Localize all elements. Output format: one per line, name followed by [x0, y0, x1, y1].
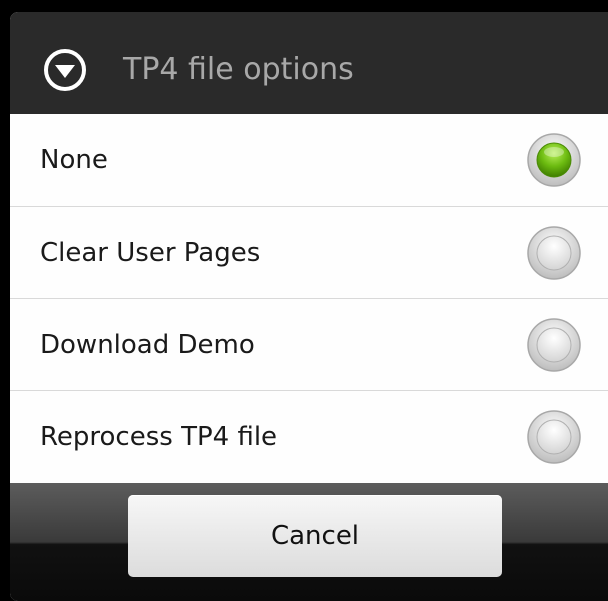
option-download-demo[interactable]: Download Demo	[10, 298, 608, 390]
option-label: Reprocess TP4 file	[40, 422, 278, 452]
option-clear-user-pages[interactable]: Clear User Pages	[10, 206, 608, 298]
option-label: None	[40, 145, 108, 175]
option-label: Download Demo	[40, 330, 255, 360]
radio-unselected-icon[interactable]	[526, 317, 582, 373]
radio-unselected-icon[interactable]	[526, 225, 582, 281]
dialog-button-bar: Cancel	[10, 483, 608, 601]
radio-unselected-icon[interactable]	[526, 409, 582, 465]
option-none[interactable]: None	[10, 114, 608, 206]
cancel-button[interactable]: Cancel	[128, 495, 502, 577]
chevron-down-circle-icon	[44, 49, 86, 91]
option-label: Clear User Pages	[40, 238, 261, 268]
dialog-title-bar: TP4 file options	[10, 12, 608, 114]
radio-selected-icon[interactable]	[526, 132, 582, 188]
dialog-title: TP4 file options	[123, 52, 354, 87]
options-list: None Clear User Pages Download Demo Repr…	[10, 114, 608, 482]
options-dialog: TP4 file options None Clear User Pages D…	[10, 12, 608, 601]
option-reprocess-tp4-file[interactable]: Reprocess TP4 file	[10, 390, 608, 482]
